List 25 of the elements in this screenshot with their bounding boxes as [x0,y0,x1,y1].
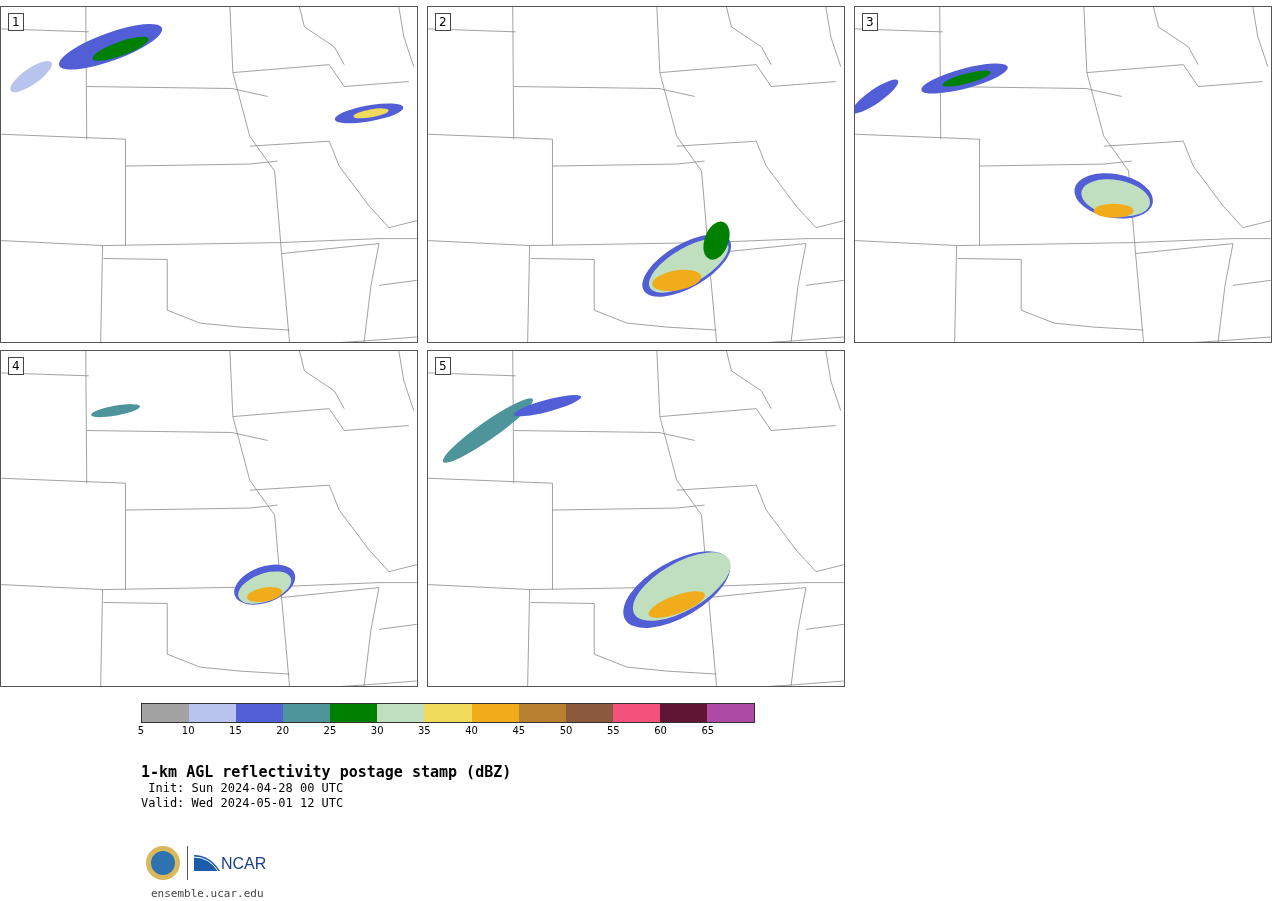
tick-label: 10 [181,725,195,736]
valid-time: Valid: Wed 2024-05-01 12 UTC [141,796,345,811]
swoosh-icon [194,853,220,873]
panel-number: 1 [8,13,24,31]
tick-label: 25 [323,725,337,736]
tick-label: 55 [606,725,620,736]
tick-label: 50 [559,725,573,736]
tick-label: 40 [465,725,478,736]
tick-label: 60 [654,725,667,736]
tick-label: 35 [418,725,431,736]
panel-number: 3 [862,13,878,31]
website-url: ensemble.ucar.edu [151,887,265,900]
tick-label: 30 [370,725,384,736]
tick-label: 45 [512,725,526,736]
ncar-logo: NCAR [194,853,267,873]
chart-title: 1-km AGL reflectivity postage stamp (dBZ) [141,763,513,781]
tick-label: 5 [137,725,145,736]
panel-number: 2 [435,13,451,31]
init-time: Init: Sun 2024-04-28 00 UTC [147,781,345,796]
seal-logo-icon [145,845,181,881]
panel-number: 5 [435,357,451,375]
tick-label: 20 [276,725,290,736]
panel-number: 4 [8,357,24,375]
tick-label: 15 [229,725,242,736]
tick-label: 65 [701,725,715,736]
